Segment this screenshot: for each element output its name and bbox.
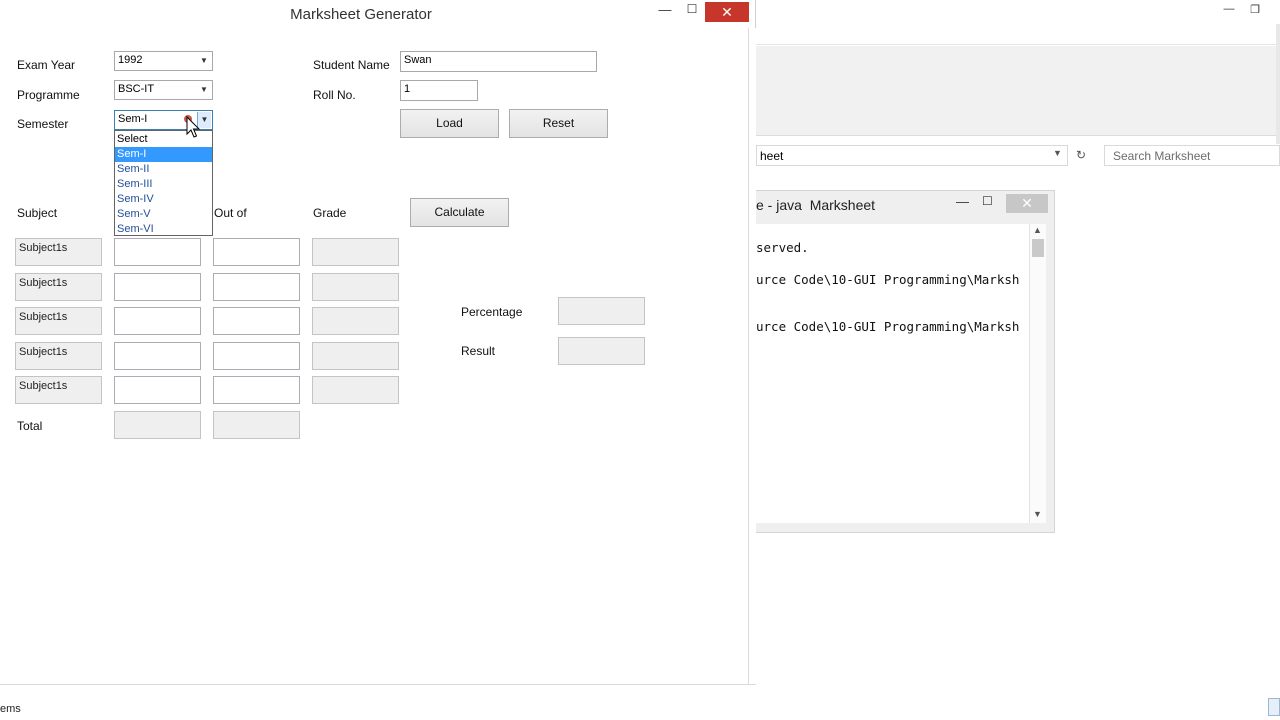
total-marks-field: [114, 411, 201, 439]
student-name-label: Student Name: [313, 58, 390, 72]
exam-year-select[interactable]: 1992 ▼: [114, 51, 213, 71]
subject-name-field: Subject1s: [15, 238, 102, 266]
roll-no-label: Roll No.: [313, 88, 356, 102]
programme-select[interactable]: BSC-IT ▼: [114, 80, 213, 100]
chevron-down-icon[interactable]: ▼: [197, 82, 211, 98]
minimize-icon[interactable]: —: [656, 2, 674, 22]
explorer-address-bar[interactable]: heet: [756, 145, 1068, 166]
details-view-icon[interactable]: [1268, 698, 1280, 716]
out-of-input[interactable]: [213, 376, 300, 404]
semester-dropdown-list[interactable]: Select Sem-I Sem-II Sem-III Sem-IV Sem-V…: [114, 130, 213, 236]
console-maximize-icon[interactable]: ☐: [982, 194, 993, 208]
out-of-header: Out of: [214, 206, 247, 220]
semester-option[interactable]: Sem-I: [115, 147, 212, 162]
student-name-input[interactable]: Swan: [400, 51, 597, 72]
subject-name-field: Subject1s: [15, 342, 102, 370]
maximize-icon[interactable]: ☐: [683, 2, 701, 22]
semester-option[interactable]: Sem-IV: [115, 192, 212, 207]
subject-name-field: Subject1s: [15, 307, 102, 335]
programme-value: BSC-IT: [118, 83, 155, 95]
mouse-cursor-icon: [184, 115, 200, 138]
console-minimize-icon[interactable]: —: [956, 194, 969, 209]
refresh-icon[interactable]: ↻: [1072, 145, 1090, 166]
scroll-up-icon[interactable]: ▲: [1033, 225, 1042, 235]
console-line: urce Code\10-GUI Programming\Marksh: [756, 319, 1020, 334]
window-frame-bottom: [0, 684, 756, 691]
result-label: Result: [461, 344, 496, 358]
semester-option[interactable]: Sem-V: [115, 207, 212, 222]
result-field: [558, 337, 645, 365]
percentage-label: Percentage: [461, 305, 523, 319]
grade-header: Grade: [313, 206, 347, 220]
explorer-ribbon-tabs: [756, 25, 1280, 45]
window-title: Marksheet Generator: [290, 6, 432, 23]
console-line: served.: [756, 240, 809, 255]
scroll-thumb[interactable]: [1032, 239, 1044, 257]
marksheet-window: Marksheet Generator — ☐ ✕ Exam Year Prog…: [0, 0, 756, 691]
explorer-restore-icon[interactable]: ❐: [1248, 3, 1262, 16]
marks-input[interactable]: [114, 376, 201, 404]
subject-header: Subject: [17, 206, 58, 220]
grade-field: [312, 376, 399, 404]
window-frame-right: [748, 28, 756, 691]
total-out-of-field: [213, 411, 300, 439]
explorer-search-input[interactable]: Search Marksheet: [1104, 145, 1280, 166]
grade-field: [312, 273, 399, 301]
explorer-ribbon: [756, 46, 1280, 136]
console-title: e - java Marksheet: [756, 197, 876, 213]
semester-option[interactable]: Sem-II: [115, 162, 212, 177]
percentage-field: [558, 297, 645, 325]
out-of-input[interactable]: [213, 273, 300, 301]
roll-no-input[interactable]: 1: [400, 80, 478, 101]
subject-name-field: Subject1s: [15, 273, 102, 301]
grade-field: [312, 238, 399, 266]
programme-label: Programme: [17, 88, 80, 102]
scroll-down-icon[interactable]: ▼: [1033, 509, 1042, 519]
out-of-input[interactable]: [213, 307, 300, 335]
exam-year-label: Exam Year: [17, 58, 76, 72]
explorer-edge-strip: [1276, 24, 1280, 144]
marks-input[interactable]: [114, 273, 201, 301]
semester-value: Sem-I: [118, 113, 148, 125]
semester-option[interactable]: Sem-III: [115, 177, 212, 192]
reset-button[interactable]: Reset: [509, 109, 608, 138]
address-chevron-down-icon[interactable]: ▼: [1053, 148, 1062, 158]
chevron-down-icon[interactable]: ▼: [197, 53, 211, 69]
close-icon[interactable]: ✕: [705, 2, 749, 22]
load-button[interactable]: Load: [400, 109, 499, 138]
out-of-input[interactable]: [213, 238, 300, 266]
marks-input[interactable]: [114, 342, 201, 370]
semester-label: Semester: [17, 117, 69, 131]
subject-name-field: Subject1s: [15, 376, 102, 404]
explorer-minimize-icon[interactable]: —: [1222, 3, 1236, 15]
console-output: served. urce Code\10-GUI Programming\Mar…: [756, 224, 1029, 523]
exam-year-value: 1992: [118, 54, 143, 66]
marks-input[interactable]: [114, 307, 201, 335]
calculate-button[interactable]: Calculate: [410, 198, 509, 227]
grade-field: [312, 342, 399, 370]
console-scrollbar[interactable]: ▲ ▼: [1029, 224, 1046, 523]
marks-input[interactable]: [114, 238, 201, 266]
grade-field: [312, 307, 399, 335]
console-window: e - java Marksheet — ☐ ✕ served. urce Co…: [756, 190, 1055, 533]
total-label: Total: [17, 419, 43, 433]
console-line: urce Code\10-GUI Programming\Marksh: [756, 272, 1020, 287]
explorer-status-text: ems: [0, 703, 21, 715]
explorer-titlebar: — ❐: [756, 0, 1280, 24]
semester-option[interactable]: Sem-VI: [115, 222, 212, 237]
console-close-icon[interactable]: ✕: [1006, 194, 1048, 213]
out-of-input[interactable]: [213, 342, 300, 370]
